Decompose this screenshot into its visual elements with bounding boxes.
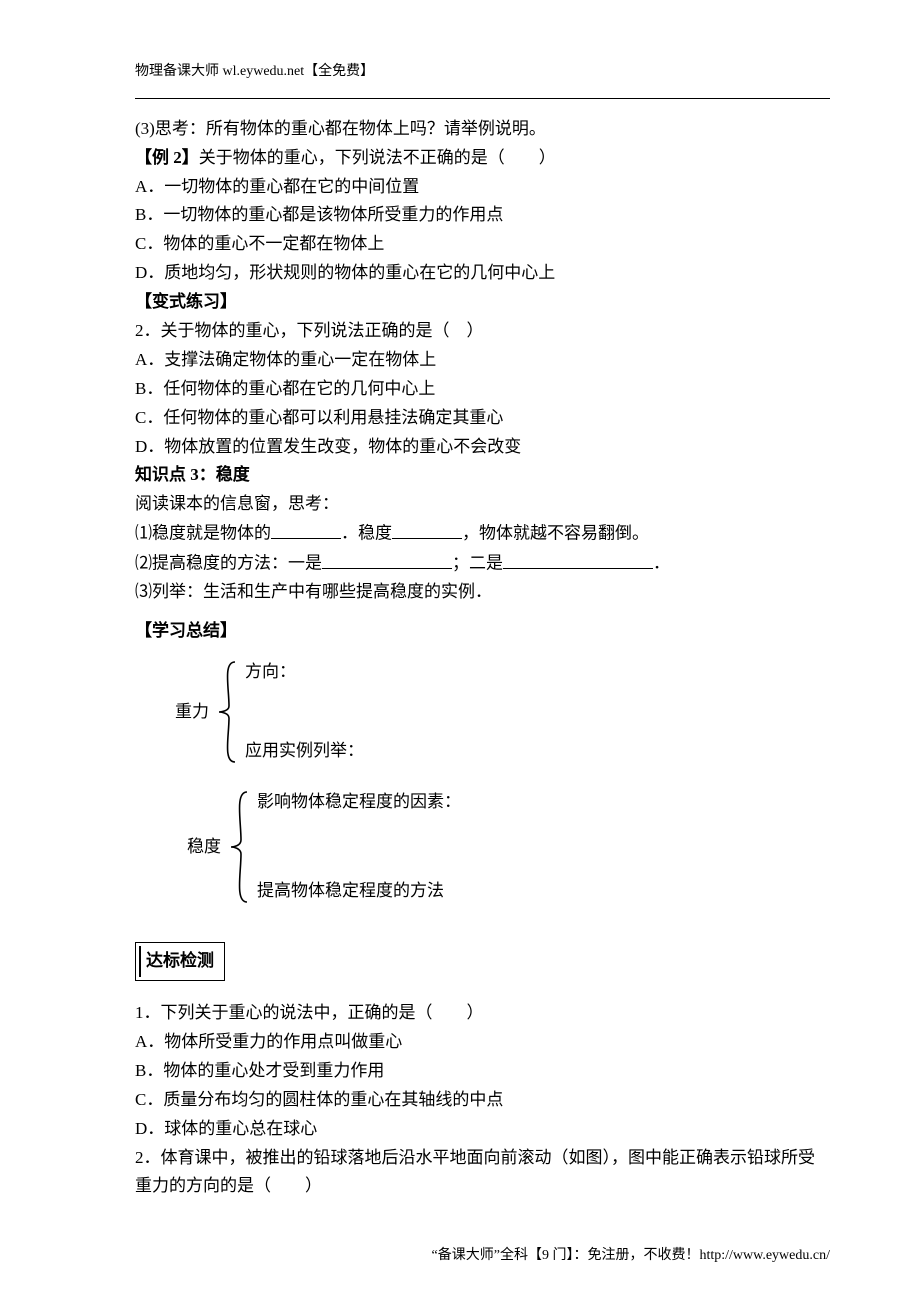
brace-gravity-item-2: 应用实例列举： [245, 737, 364, 766]
blank [322, 549, 452, 569]
kp3-item-1: ⑴稳度就是物体的 ．稳度 ，物体就越不容易翻倒。 [135, 519, 830, 549]
brace-gravity: 重力 方向： 应用实例列举： [157, 658, 830, 766]
page-footer: “备课大师”全科【9 门】：免注册，不收费！http://www.eywedu.… [432, 1244, 830, 1268]
q1-a: A．物体所受重力的作用点叫做重心 [135, 1028, 830, 1057]
check-title-box: 达标检测 [135, 942, 225, 981]
kp3-title: 知识点 3：稳度 [135, 461, 830, 490]
ex2-opt-c: C．物体的重心不一定都在物体上 [135, 230, 830, 259]
ex2-opt-b: B．一切物体的重心都是该物体所受重力的作用点 [135, 201, 830, 230]
variant-c: C．任何物体的重心都可以利用悬挂法确定其重心 [135, 404, 830, 433]
kp3-2-pre: ⑵提高稳度的方法：一是 [135, 554, 322, 573]
kp3-1-mid: ．稳度 [341, 524, 392, 543]
brace-icon [225, 788, 253, 906]
kp3-1-post: ，物体就越不容易翻倒。 [462, 524, 649, 543]
q2: 2．体育课中，被推出的铅球落地后沿水平地面向前滚动（如图），图中能正确表示铅球所… [135, 1144, 830, 1202]
brace-icon [213, 658, 241, 766]
q1: 1．下列关于重心的说法中，正确的是（ ） [135, 999, 830, 1028]
check-title: 达标检测 [146, 951, 214, 970]
example-2-label: 【例 2】 [135, 148, 199, 167]
summary-title: 【学习总结】 [135, 617, 830, 646]
q1-d: D．球体的重心总在球心 [135, 1115, 830, 1144]
brace-stability-label: 稳度 [175, 833, 225, 862]
q1-b: B．物体的重心处才受到重力作用 [135, 1057, 830, 1086]
brace-stability-item-1: 影响物体稳定程度的因素： [257, 788, 461, 817]
example-2-text: 关于物体的重心，下列说法不正确的是（ ） [199, 148, 556, 167]
kp3-2-mid: ；二是 [452, 554, 503, 573]
brace-gravity-item-1: 方向： [245, 658, 364, 687]
header-divider [135, 98, 830, 99]
example-2: 【例 2】关于物体的重心，下列说法不正确的是（ ） [135, 144, 830, 173]
q1-c: C．质量分布均匀的圆柱体的重心在其轴线的中点 [135, 1086, 830, 1115]
variant-q: 2．关于物体的重心，下列说法正确的是（ ） [135, 317, 830, 346]
variant-b: B．任何物体的重心都在它的几何中心上 [135, 375, 830, 404]
kp3-intro: 阅读课本的信息窗，思考： [135, 490, 830, 519]
kp3-1-pre: ⑴稳度就是物体的 [135, 524, 271, 543]
page: 物理备课大师 wl.eywedu.net【全免费】 (3)思考：所有物体的重心都… [0, 0, 920, 1302]
kp3-2-post: ． [653, 554, 670, 573]
kp3-item-3: ⑶列举：生活和生产中有哪些提高稳度的实例． [135, 578, 830, 607]
blank [392, 519, 462, 539]
brace-stability: 稳度 影响物体稳定程度的因素： 提高物体稳定程度的方法 [175, 788, 830, 906]
variant-title: 【变式练习】 [135, 288, 830, 317]
brace-stability-item-2: 提高物体稳定程度的方法 [257, 877, 461, 906]
blank [271, 519, 341, 539]
variant-d: D．物体放置的位置发生改变，物体的重心不会改变 [135, 433, 830, 462]
ex2-opt-d: D．质地均匀，形状规则的物体的重心在它的几何中心上 [135, 259, 830, 288]
ex2-opt-a: A．一切物体的重心都在它的中间位置 [135, 173, 830, 202]
variant-a: A．支撑法确定物体的重心一定在物体上 [135, 346, 830, 375]
site-header: 物理备课大师 wl.eywedu.net【全免费】 [135, 60, 830, 84]
blank [503, 549, 653, 569]
think-prompt: (3)思考：所有物体的重心都在物体上吗？请举例说明。 [135, 115, 830, 144]
kp3-item-2: ⑵提高稳度的方法：一是 ；二是 ． [135, 549, 830, 579]
brace-gravity-label: 重力 [157, 698, 213, 727]
